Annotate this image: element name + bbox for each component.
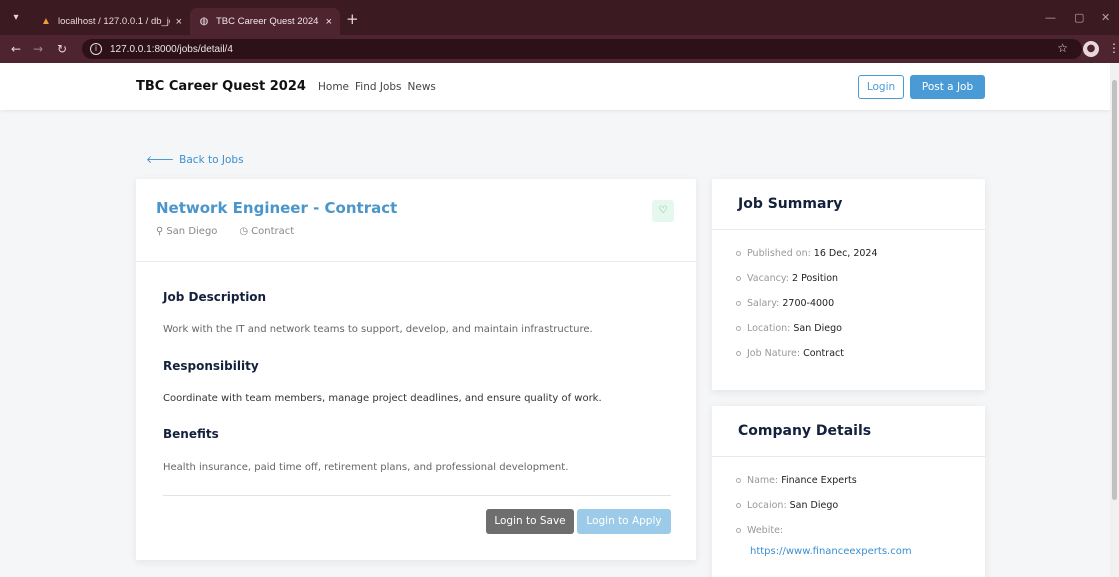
login-to-save-button[interactable]: Login to Save xyxy=(486,509,574,534)
company-website-link[interactable]: https://www.financeexperts.com xyxy=(750,546,912,557)
minimize-icon[interactable]: — xyxy=(1045,11,1056,24)
nav-home-link[interactable]: Home xyxy=(318,81,349,93)
bullet-icon xyxy=(736,503,741,508)
company-list: Name: Finance Experts Locaion: San Diego W… xyxy=(736,468,857,543)
job-type-text: Contract xyxy=(251,226,295,237)
address-bar-row: ← → ↻ i 127.0.0.1:8000/jobs/detail/4 ☆ xyxy=(0,35,1119,63)
maximize-icon[interactable]: ▢ xyxy=(1074,11,1084,24)
summary-value: San Diego xyxy=(793,323,842,334)
summary-value: 2700-4000 xyxy=(782,298,835,309)
browser-tab-bar: ▾ ▲ localhost / 127.0.0.1 / db_job_p × ◍… xyxy=(0,0,1119,35)
job-summary-heading: Job Summary xyxy=(738,196,843,212)
new-tab-button[interactable]: + xyxy=(346,12,359,27)
nav-news-link[interactable]: News xyxy=(408,81,436,93)
company-item: Name: Finance Experts xyxy=(736,468,857,493)
clock-icon: ◷ xyxy=(239,226,249,237)
job-location: ⚲ San Diego xyxy=(156,226,217,237)
tab-title: localhost / 127.0.0.1 / db_job_p xyxy=(58,16,170,27)
job-title: Network Engineer - Contract xyxy=(156,199,398,217)
summary-value: 2 Position xyxy=(792,273,839,284)
summary-label: Vacancy: xyxy=(747,273,790,284)
job-summary-card: Job Summary Published on: 16 Dec, 2024 Va… xyxy=(712,179,985,390)
close-icon[interactable]: × xyxy=(176,16,182,28)
back-arrow-icon[interactable]: ← xyxy=(8,41,24,57)
url-field[interactable]: i 127.0.0.1:8000/jobs/detail/4 ☆ xyxy=(82,39,1082,59)
scrollbar-thumb[interactable] xyxy=(1112,80,1117,500)
company-label: Name: xyxy=(747,475,779,486)
benefits-heading: Benefits xyxy=(163,427,219,441)
bullet-icon xyxy=(736,301,741,306)
bullet-icon xyxy=(736,351,741,356)
browser-tab-phpmyadmin[interactable]: ▲ localhost / 127.0.0.1 / db_job_p × xyxy=(32,8,190,35)
reload-icon[interactable]: ↻ xyxy=(54,41,70,57)
divider xyxy=(712,456,985,457)
forward-arrow-icon[interactable]: → xyxy=(30,41,46,57)
summary-label: Salary: xyxy=(747,298,780,309)
post-job-button[interactable]: Post a Job xyxy=(910,75,985,99)
summary-label: Published on: xyxy=(747,248,811,259)
summary-label: Location: xyxy=(747,323,791,334)
bullet-icon xyxy=(736,528,741,533)
back-to-jobs-link[interactable]: 🡐 Back to Jobs xyxy=(146,153,244,167)
summary-item: Salary: 2700-4000 xyxy=(736,291,878,316)
company-details-heading: Company Details xyxy=(738,423,872,439)
tab-title: TBC Career Quest 2024 | Find J xyxy=(216,16,320,27)
nav-find-jobs-link[interactable]: Find Jobs xyxy=(355,81,402,93)
job-type: ◷ Contract xyxy=(239,226,294,237)
description-text: Work with the IT and network teams to su… xyxy=(163,324,593,335)
divider xyxy=(136,261,696,262)
job-detail-card: Network Engineer - Contract ♡ ⚲ San Diego… xyxy=(136,179,696,560)
browser-tab-career-quest[interactable]: ◍ TBC Career Quest 2024 | Find J × xyxy=(190,8,340,35)
bullet-icon xyxy=(736,251,741,256)
company-value: Finance Experts xyxy=(781,475,857,486)
browser-menu-icon[interactable]: ⋮ xyxy=(1108,41,1119,55)
benefits-text: Health insurance, paid time off, retirem… xyxy=(163,462,569,473)
tab-search-icon[interactable]: ▾ xyxy=(8,10,24,26)
bullet-icon xyxy=(736,326,741,331)
bullet-icon xyxy=(736,478,741,483)
job-location-text: San Diego xyxy=(166,226,218,237)
company-value: San Diego xyxy=(789,500,839,511)
summary-label: Job Nature: xyxy=(747,348,801,359)
summary-item: Published on: 16 Dec, 2024 xyxy=(736,241,878,266)
divider xyxy=(163,495,671,496)
summary-item: Job Nature: Contract xyxy=(736,341,878,366)
responsibility-text: Coordinate with team members, manage pro… xyxy=(163,393,602,404)
summary-value: 16 Dec, 2024 xyxy=(813,248,878,259)
bullet-icon xyxy=(736,276,741,281)
heart-icon[interactable]: ♡ xyxy=(652,200,674,222)
company-item: Locaion: San Diego xyxy=(736,493,857,518)
company-item: Webite: xyxy=(736,518,857,543)
nav-links: Home Find Jobs News xyxy=(318,81,436,93)
site-info-icon[interactable]: i xyxy=(90,43,102,55)
phpmyadmin-icon: ▲ xyxy=(41,16,51,27)
company-label: Locaion: xyxy=(747,500,787,511)
summary-list: Published on: 16 Dec, 2024 Vacancy: 2 Posi… xyxy=(736,241,878,366)
site-brand[interactable]: TBC Career Quest 2024 xyxy=(136,79,306,94)
page-viewport: TBC Career Quest 2024 Home Find Jobs New… xyxy=(0,63,1110,577)
map-pin-icon: ⚲ xyxy=(156,226,164,237)
job-meta: ⚲ San Diego ◷ Contract xyxy=(156,226,294,237)
login-to-apply-button[interactable]: Login to Apply xyxy=(577,509,671,534)
site-navbar: TBC Career Quest 2024 Home Find Jobs New… xyxy=(0,63,1110,110)
login-button[interactable]: Login xyxy=(858,75,904,99)
description-heading: Job Description xyxy=(163,290,267,304)
summary-item: Location: San Diego xyxy=(736,316,878,341)
arrow-left-icon: 🡐 xyxy=(146,154,175,166)
window-close-icon[interactable]: ✕ xyxy=(1101,11,1110,24)
url-text[interactable]: 127.0.0.1:8000/jobs/detail/4 xyxy=(110,44,233,55)
profile-avatar-icon[interactable]: ● xyxy=(1083,41,1099,57)
divider xyxy=(712,229,985,230)
responsibility-heading: Responsibility xyxy=(163,359,259,373)
company-details-card: Company Details Name: Finance Experts Loc… xyxy=(712,406,985,577)
summary-value: Contract xyxy=(803,348,844,359)
summary-item: Vacancy: 2 Position xyxy=(736,266,878,291)
bookmark-star-icon[interactable]: ☆ xyxy=(1057,41,1068,55)
back-label: Back to Jobs xyxy=(179,153,244,166)
globe-icon: ◍ xyxy=(199,16,209,27)
close-icon[interactable]: × xyxy=(326,16,332,28)
company-label: Webite: xyxy=(747,525,784,536)
